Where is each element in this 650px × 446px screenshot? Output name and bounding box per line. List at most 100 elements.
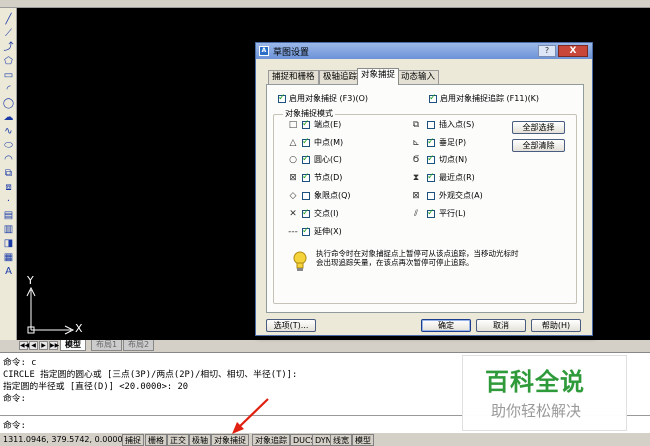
draw-toolbar: ╱ ⟋ ⤴ ⬠ ▭ ◜ ◯ ☁ ∿ ⬭ ◠ ⧉ ⧈ · ▤ ▥ ◨ ▦ A bbox=[0, 8, 17, 340]
tip-line: 执行命令时在对象捕捉点上暂停可从该点追踪，当移动光标时 bbox=[316, 249, 519, 258]
ellipse-icon[interactable]: ⬭ bbox=[1, 140, 16, 152]
ellipse-arc-icon[interactable]: ◠ bbox=[1, 154, 16, 166]
dialog-title: 草图设置 bbox=[273, 48, 310, 58]
enable-tracking-checkbox[interactable] bbox=[429, 93, 437, 103]
snap-mode-checkbox[interactable] bbox=[427, 137, 435, 147]
help-icon[interactable]: ? bbox=[538, 45, 556, 57]
tab-layout1[interactable]: 布局1 bbox=[91, 340, 123, 351]
perpendicular-icon: ⊾ bbox=[412, 138, 420, 148]
status-bar: 1311.0946, 379.5742, 0.0000 捕捉 栅格 正交 极轴 … bbox=[0, 432, 650, 446]
snap-mode-label: 中点(M) bbox=[314, 138, 344, 147]
tab-model[interactable]: 模型 bbox=[60, 340, 86, 351]
polygon-icon[interactable]: ⬠ bbox=[1, 56, 16, 68]
top-toolbar-strip bbox=[0, 0, 650, 8]
snap-modes-title: 对象捕捉模式 bbox=[283, 109, 335, 119]
intersection-icon: ✕ bbox=[289, 209, 297, 219]
tab-dynamic-input[interactable]: 动态输入 bbox=[397, 70, 440, 84]
command-prompt: 命令: bbox=[3, 421, 26, 431]
snap-toggle[interactable]: 捕捉 bbox=[122, 434, 144, 446]
select-all-button[interactable]: 全部选择 bbox=[512, 121, 565, 134]
snap-mode-label: 端点(E) bbox=[314, 120, 342, 129]
line-icon[interactable]: ╱ bbox=[1, 14, 16, 26]
snap-mode-checkbox[interactable] bbox=[302, 192, 310, 200]
polyline-icon[interactable]: ⤴ bbox=[1, 42, 16, 54]
dialog-titlebar[interactable]: A 草图设置 ? X bbox=[256, 43, 592, 59]
insert-block-icon[interactable]: ⧉ bbox=[1, 168, 16, 180]
snap-mode-label: 节点(D) bbox=[314, 173, 343, 182]
make-block-icon[interactable]: ⧈ bbox=[1, 182, 16, 194]
arc-icon[interactable]: ◜ bbox=[1, 84, 16, 96]
parallel-icon: ⫽ bbox=[413, 209, 418, 219]
region-icon[interactable]: ◨ bbox=[1, 238, 16, 250]
ortho-toggle[interactable]: 正交 bbox=[167, 434, 189, 446]
tab-polar-tracking[interactable]: 极轴追踪 bbox=[319, 70, 362, 84]
snap-mode-checkbox[interactable] bbox=[427, 172, 435, 182]
insertion-icon: ⧉ bbox=[412, 120, 420, 130]
extension-icon: --- bbox=[288, 227, 298, 237]
snap-mode-label: 垂足(P) bbox=[439, 138, 467, 147]
snap-mode-checkbox[interactable] bbox=[427, 154, 435, 164]
close-icon[interactable]: X bbox=[558, 45, 588, 57]
hatch-icon[interactable]: ▤ bbox=[1, 210, 16, 222]
snap-mode-checkbox[interactable] bbox=[302, 226, 310, 236]
cancel-button[interactable]: 取消 bbox=[476, 319, 526, 332]
revision-cloud-icon[interactable]: ☁ bbox=[1, 112, 16, 124]
tangent-icon: Ϭ bbox=[412, 155, 420, 165]
snap-mode-label: 交点(I) bbox=[314, 209, 339, 218]
watermark-subtitle: 助你轻松解决 bbox=[491, 402, 582, 420]
first-tab-button[interactable]: ◀◀ bbox=[19, 341, 29, 350]
circle-icon[interactable]: ◯ bbox=[1, 98, 16, 110]
command-window: 命令: c CIRCLE 指定圆的圆心或 [三点(3P)/两点(2P)/相切、相… bbox=[0, 352, 650, 432]
snap-mode-label: 切点(N) bbox=[439, 155, 468, 164]
ok-button[interactable]: 确定 bbox=[421, 319, 471, 332]
watermark-logo: 百科全说 助你轻松解决 bbox=[462, 355, 627, 431]
snap-mode-checkbox[interactable] bbox=[427, 208, 435, 218]
snap-mode-checkbox[interactable] bbox=[302, 154, 310, 164]
snap-mode-checkbox[interactable] bbox=[302, 119, 310, 129]
drafting-settings-dialog: A 草图设置 ? X 捕捉和栅格 极轴追踪 对象捕捉 动态输入 启用对象捕捉 (… bbox=[255, 42, 593, 336]
midpoint-icon: △ bbox=[289, 138, 297, 148]
rectangle-icon[interactable]: ▭ bbox=[1, 70, 16, 82]
clear-all-button[interactable]: 全部清除 bbox=[512, 139, 565, 152]
snap-mode-checkbox[interactable] bbox=[302, 208, 310, 218]
command-history-line: 指定圆的半径或 [直径(D)] <20.0000>: 20 bbox=[3, 382, 189, 392]
ucs-icon bbox=[26, 286, 75, 335]
tab-object-snap[interactable]: 对象捕捉 bbox=[357, 68, 400, 85]
snap-mode-label: 延伸(X) bbox=[314, 227, 342, 236]
apparent-intersection-icon: ⊠ bbox=[412, 191, 420, 201]
help-button[interactable]: 帮助(H) bbox=[531, 319, 581, 332]
coordinates-readout: 1311.0946, 379.5742, 0.0000 bbox=[3, 435, 123, 444]
spline-icon[interactable]: ∿ bbox=[1, 126, 16, 138]
options-button[interactable]: 选项(T)... bbox=[266, 319, 316, 332]
snap-mode-checkbox[interactable] bbox=[427, 192, 435, 200]
prev-tab-button[interactable]: ◀ bbox=[29, 341, 38, 350]
model-toggle[interactable]: 模型 bbox=[352, 434, 374, 446]
snap-mode-checkbox[interactable] bbox=[302, 137, 310, 147]
snap-mode-label: 平行(L) bbox=[439, 209, 466, 218]
polar-toggle[interactable]: 极轴 bbox=[189, 434, 211, 446]
enable-tracking-label: 启用对象捕捉追踪 (F11)(K) bbox=[440, 94, 540, 103]
mtext-icon[interactable]: A bbox=[1, 266, 16, 278]
gradient-icon[interactable]: ▥ bbox=[1, 224, 16, 236]
last-tab-button[interactable]: ▶▶ bbox=[49, 341, 59, 350]
snap-mode-label: 象限点(Q) bbox=[314, 191, 351, 200]
construction-line-icon[interactable]: ⟋ bbox=[1, 28, 16, 40]
next-tab-button[interactable]: ▶ bbox=[39, 341, 48, 350]
lineweight-toggle[interactable]: 线宽 bbox=[330, 434, 352, 446]
quadrant-icon: ◇ bbox=[289, 191, 297, 201]
endpoint-icon: □ bbox=[288, 120, 298, 130]
nearest-icon: ⧗ bbox=[412, 173, 420, 183]
tab-snap-grid[interactable]: 捕捉和栅格 bbox=[268, 70, 319, 84]
command-history-line: 命令: bbox=[3, 394, 26, 404]
point-icon[interactable]: · bbox=[1, 196, 16, 208]
tab-layout2[interactable]: 布局2 bbox=[123, 340, 155, 351]
snap-mode-checkbox[interactable] bbox=[302, 172, 310, 182]
snap-mode-label: 圆心(C) bbox=[314, 155, 342, 164]
center-icon: ○ bbox=[289, 155, 297, 165]
ucs-x-label: X bbox=[75, 322, 83, 335]
app-icon: A bbox=[259, 46, 269, 56]
table-icon[interactable]: ▦ bbox=[1, 252, 16, 264]
enable-osnap-checkbox[interactable] bbox=[278, 93, 286, 103]
grid-toggle[interactable]: 栅格 bbox=[145, 434, 167, 446]
snap-mode-checkbox[interactable] bbox=[427, 121, 435, 129]
